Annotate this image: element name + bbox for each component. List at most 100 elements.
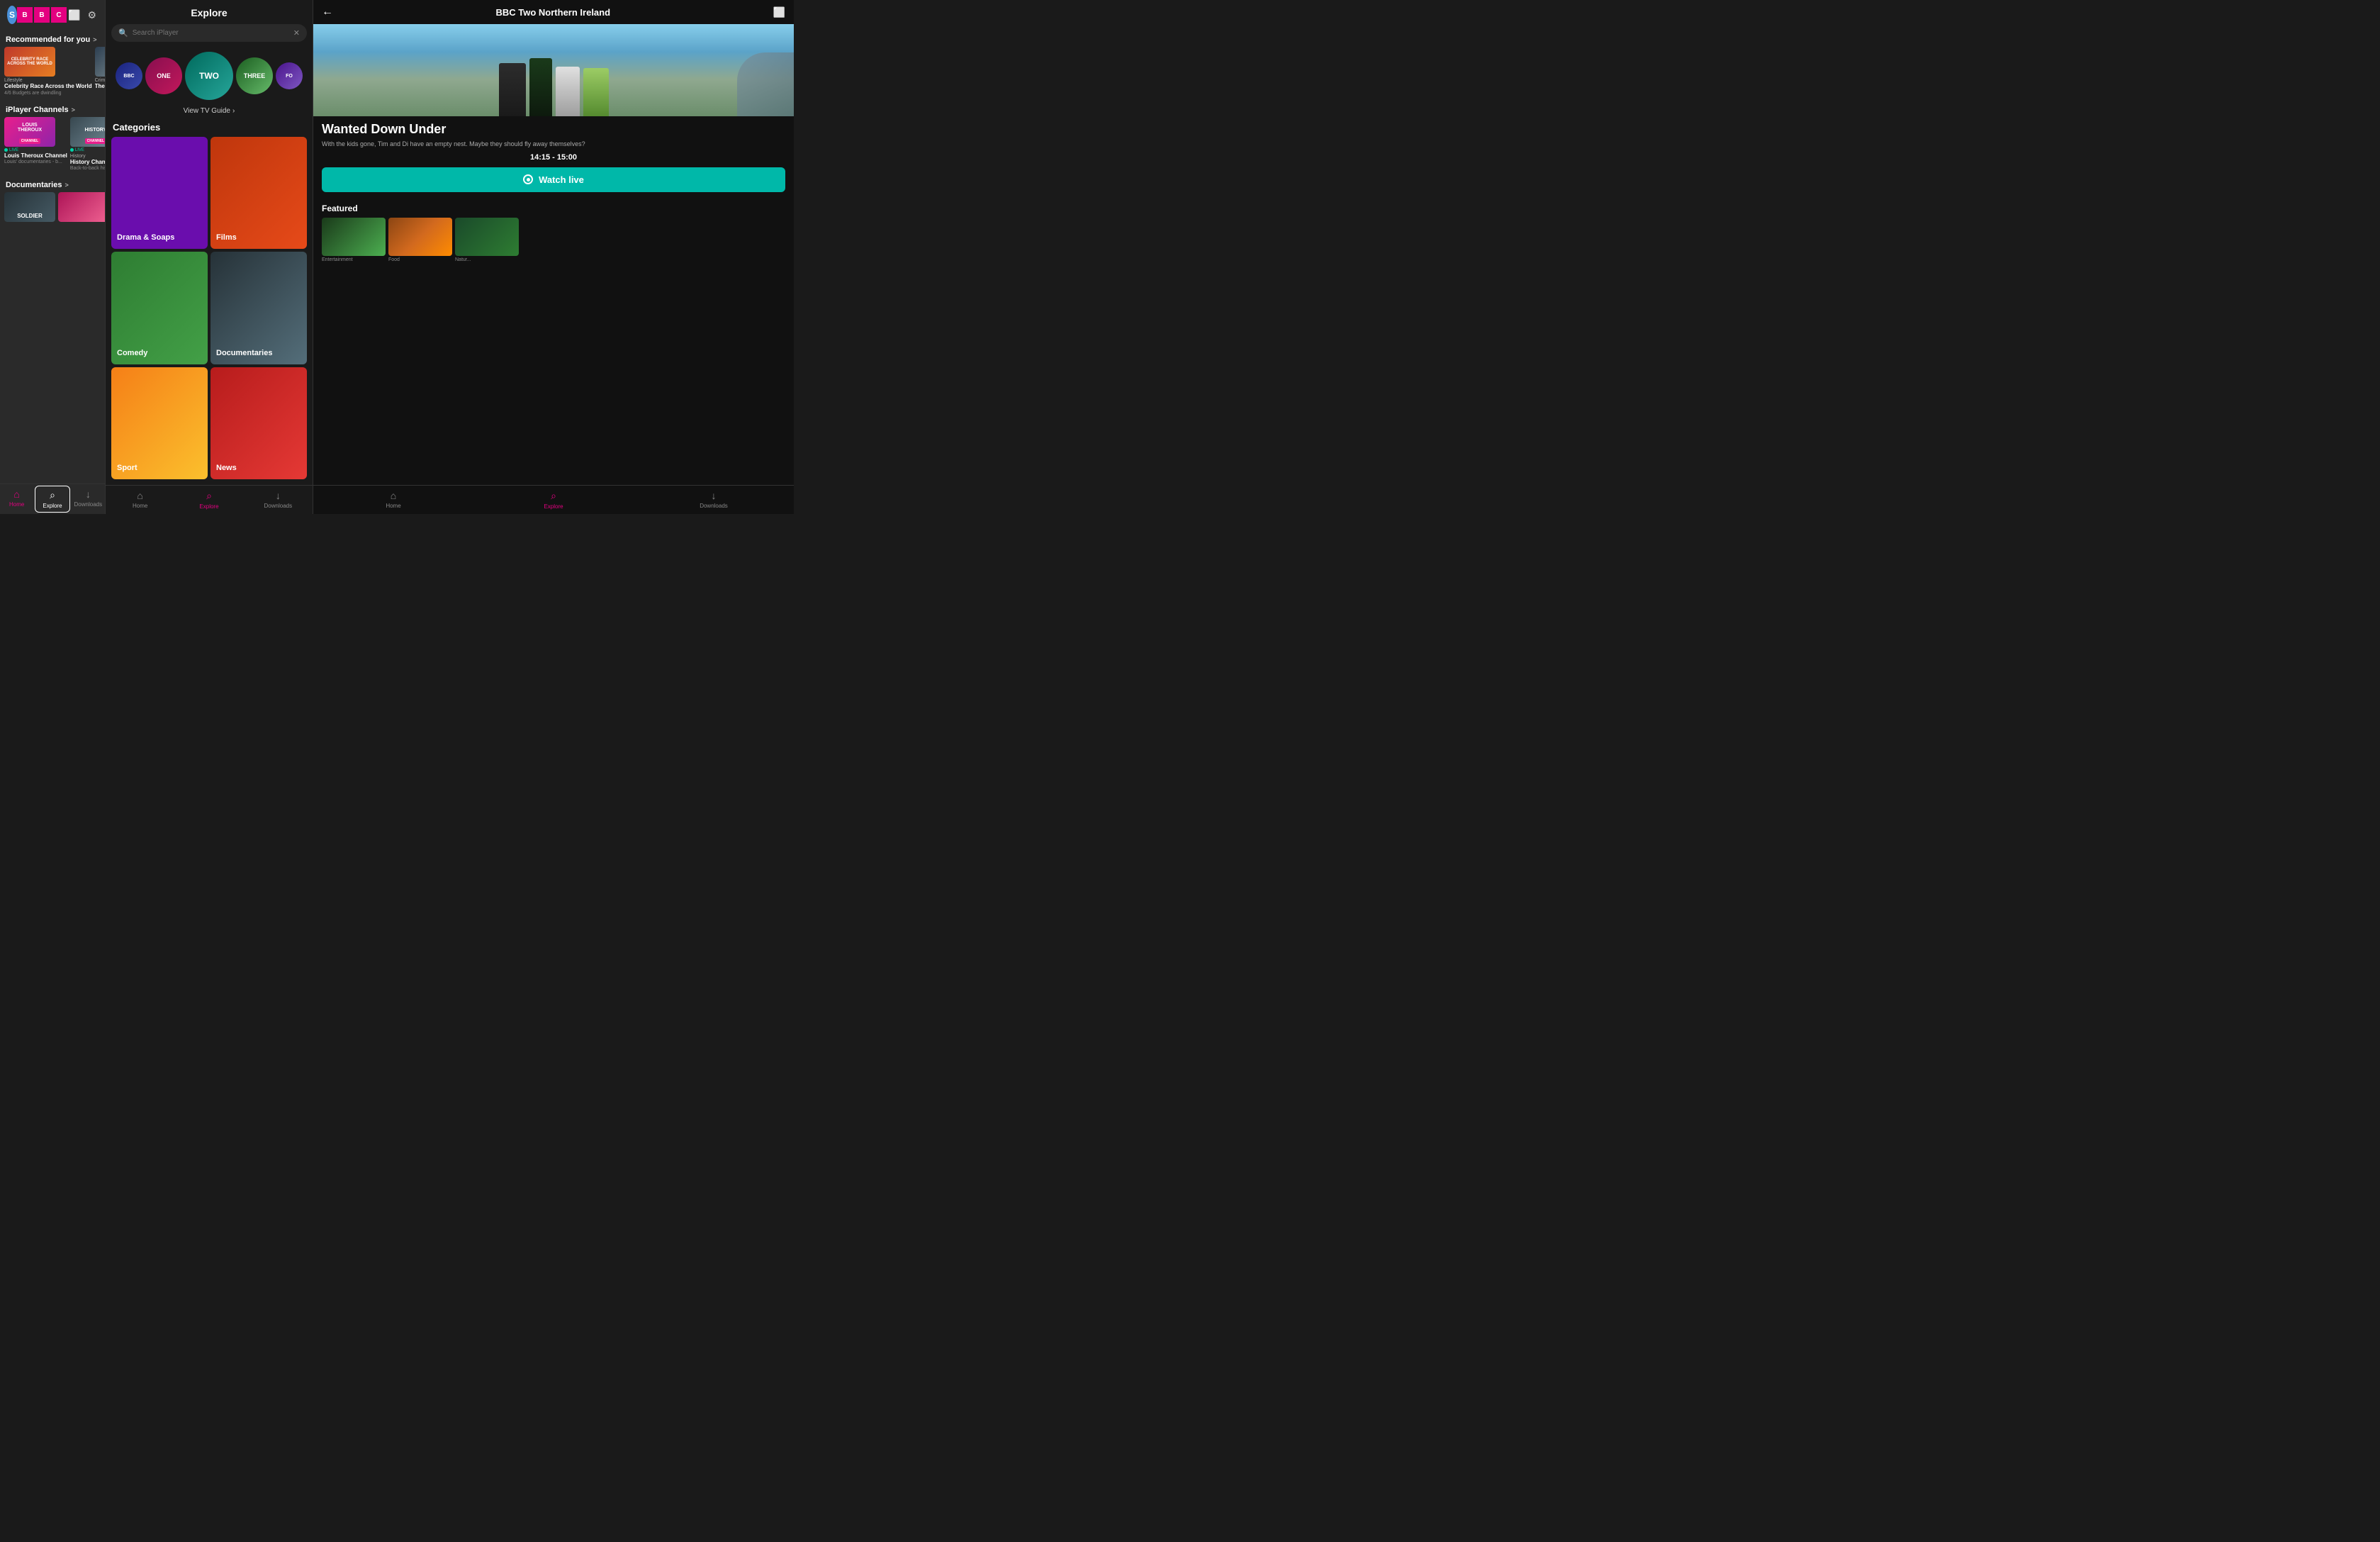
thumb-ladies (58, 192, 105, 222)
iplayer-channels-chevron: > (72, 106, 75, 113)
thumb-food (388, 218, 452, 256)
card-theroux[interactable]: LOUISTHEROUX CHANNEL LIVE Louis Theroux … (4, 117, 67, 172)
downloads-icon: ↓ (86, 488, 91, 500)
detail-nav-downloads-button[interactable]: ↓ Downloads (634, 486, 794, 514)
circle-four[interactable]: FO (276, 62, 303, 89)
thumb-soldier: SOLDIER (4, 192, 55, 222)
detail-home-icon: ⌂ (391, 490, 396, 501)
featured-label-3: Natur... (455, 257, 519, 262)
category-films[interactable]: Films (211, 137, 307, 249)
person-3 (556, 67, 580, 116)
detail-nav-home-button[interactable]: ⌂ Home (313, 486, 473, 514)
thumb-history: HISTORY CHANNEL (70, 117, 105, 147)
card-title-2: The Reckoning (95, 83, 105, 90)
featured-section: Featured Entertainment Food Natur... (313, 198, 794, 265)
category-news[interactable]: News (211, 367, 307, 479)
explore-downloads-icon: ↓ (276, 490, 281, 501)
home-icon: ⌂ (13, 488, 19, 500)
search-input[interactable] (133, 29, 289, 37)
card-title-1: Celebrity Race Across the World (4, 83, 92, 90)
show-time: 14:15 - 15:00 (322, 153, 785, 162)
channel-sub-2: Back-to-back history pro... (70, 166, 105, 171)
explore-bottom-nav: ⌂ Home ⌕ Explore ↓ Downloads (106, 485, 313, 514)
circle-bbc[interactable]: BBC (116, 62, 142, 89)
featured-card-entertainment[interactable]: Entertainment (322, 218, 386, 262)
recommended-chevron: > (93, 36, 96, 43)
search-close-icon[interactable]: ✕ (293, 28, 300, 38)
categories-title: Categories (106, 119, 313, 137)
card-genre-2: Crime Drama (95, 78, 105, 83)
person-1 (499, 63, 526, 116)
category-documentaries[interactable]: Documentaries (211, 252, 307, 364)
detail-panel: ← BBC Two Northern Ireland ⬜ Wanted Down… (313, 0, 794, 514)
explore-search-icon: ⌕ (206, 490, 212, 502)
category-sport[interactable]: Sport (111, 367, 208, 479)
channel-sub-1: Louis' documentaries - b... (4, 160, 67, 164)
bbc-box-c: C (51, 7, 67, 23)
categories-grid: Drama & Soaps Films Comedy Documentaries… (106, 137, 313, 485)
home-header: S B B C ⬜ ⚙ (0, 0, 105, 30)
detail-bottom-nav: ⌂ Home ⌕ Explore ↓ Downloads (313, 485, 794, 514)
featured-label-2: Food (388, 257, 452, 262)
thumb-entertainment (322, 218, 386, 256)
thumb-reckoning (95, 47, 105, 77)
category-drama-soaps[interactable]: Drama & Soaps (111, 137, 208, 249)
person-4 (583, 68, 609, 116)
live-dot-inner (527, 178, 530, 181)
explore-panel: Explore 🔍 ✕ BBC ONE TWO THREE FO View TV… (105, 0, 313, 514)
featured-card-nature[interactable]: Natur... (455, 218, 519, 262)
bbc-box-b2: B (34, 7, 50, 23)
channel-title-1: Louis Theroux Channel (4, 152, 67, 160)
avatar[interactable]: S (7, 6, 17, 24)
nav-downloads-button[interactable]: ↓ Downloads (72, 484, 105, 514)
show-name: Wanted Down Under (322, 122, 785, 137)
live-badge-2: LIVE (70, 148, 105, 152)
thumb-nature (455, 218, 519, 256)
detail-cast-icon[interactable]: ⬜ (773, 6, 785, 18)
hero-image (313, 24, 794, 116)
show-hero (313, 24, 794, 116)
explore-icon: ⌕ (50, 489, 55, 501)
card-celebrity[interactable]: CELEBRITY RACE ACROSS THE WORLD Lifestyl… (4, 47, 92, 96)
header-icons: ⬜ ⚙ (67, 8, 98, 23)
thumb-celebrity: CELEBRITY RACE ACROSS THE WORLD (4, 47, 55, 77)
card-reckoning[interactable]: Crime Drama The Reckoning (95, 47, 105, 96)
channel-title-2: History Channel (70, 159, 105, 166)
category-comedy[interactable]: Comedy (111, 252, 208, 364)
card-genre-1: Lifestyle (4, 78, 92, 83)
detail-downloads-icon: ↓ (712, 490, 717, 501)
featured-label-1: Entertainment (322, 257, 386, 262)
theroux-channel-label: CHANNEL (19, 138, 40, 144)
iplayer-channels-title[interactable]: iPlayer Channels > (0, 100, 105, 117)
home-bottom-nav: ⌂ Home ⌕ Explore ↓ Downloads (0, 484, 105, 514)
recommended-section-title[interactable]: Recommended for you > (0, 30, 105, 47)
explore-home-icon: ⌂ (137, 490, 142, 501)
detail-nav-explore-button[interactable]: ⌕ Explore (473, 486, 634, 514)
bbc-logo: B B C (17, 7, 67, 23)
explore-nav-explore-button[interactable]: ⌕ Explore (174, 486, 243, 514)
back-button[interactable]: ← (322, 6, 333, 18)
explore-nav-home-button[interactable]: ⌂ Home (106, 486, 174, 514)
explore-nav-downloads-button[interactable]: ↓ Downloads (244, 486, 313, 514)
watch-live-button[interactable]: Watch live (322, 167, 785, 192)
cast-button[interactable]: ⬜ (67, 8, 82, 23)
channels-circles-row: BBC ONE TWO THREE FO (106, 49, 313, 103)
settings-button[interactable]: ⚙ (86, 8, 98, 23)
doc-card-1[interactable]: SOLDIER (4, 192, 55, 222)
chevron-right-icon: › (232, 107, 235, 115)
circle-three[interactable]: THREE (236, 57, 273, 94)
circle-two[interactable]: TWO (185, 52, 233, 100)
nav-home-button[interactable]: ⌂ Home (0, 484, 33, 514)
history-category: History (70, 154, 105, 159)
search-bar[interactable]: 🔍 ✕ (111, 24, 307, 42)
thumb-theroux: LOUISTHEROUX CHANNEL (4, 117, 55, 147)
view-tv-guide-button[interactable]: View TV Guide › (106, 103, 313, 119)
circle-one[interactable]: ONE (145, 57, 182, 94)
documentaries-row: SOLDIER (0, 192, 105, 222)
doc-card-2[interactable] (58, 192, 105, 222)
card-history[interactable]: HISTORY CHANNEL LIVE History History Cha… (70, 117, 105, 172)
documentaries-title[interactable]: Documentaries > (0, 175, 105, 192)
nav-explore-button[interactable]: ⌕ Explore (35, 486, 69, 513)
channels-row: LOUISTHEROUX CHANNEL LIVE Louis Theroux … (0, 117, 105, 172)
featured-card-food[interactable]: Food (388, 218, 452, 262)
